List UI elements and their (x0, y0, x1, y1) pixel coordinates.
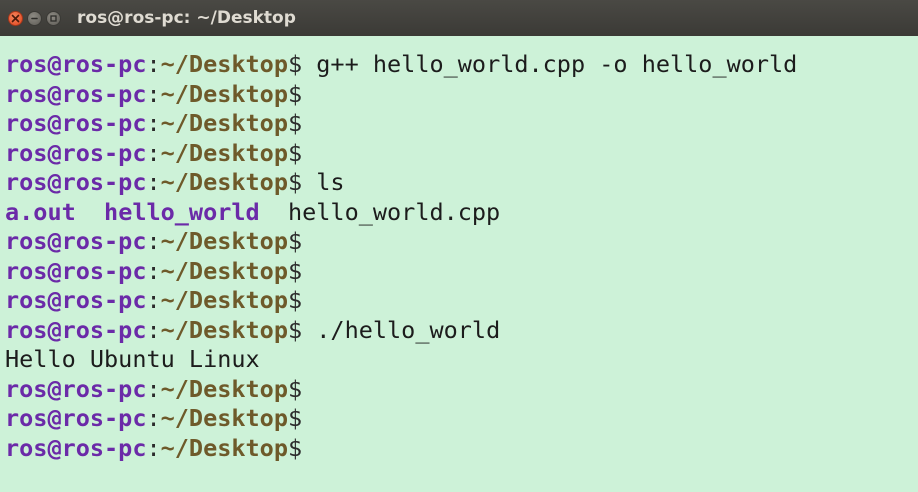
file-entry: hello_world (104, 197, 260, 226)
separator (76, 198, 104, 226)
prompt-user-host: ros@ros-pc (5, 168, 147, 196)
prompt-colon: : (146, 286, 161, 314)
prompt-dollar: $ (287, 138, 303, 167)
terminal-output[interactable]: ros@ros-pc:~/Desktop$ g++ hello_world.cp… (0, 36, 918, 463)
prompt-path: ~/Desktop (160, 168, 288, 196)
prompt-colon: : (146, 227, 161, 255)
prompt-user-host: ros@ros-pc (5, 286, 147, 314)
prompt-line: ros@ros-pc:~/Desktop$ ls (5, 168, 918, 198)
title-bar[interactable]: ros@ros-pc: ~/Desktop (0, 0, 918, 36)
prompt-path: ~/Desktop (160, 433, 288, 462)
prompt-colon: : (146, 109, 161, 137)
prompt-line: ros@ros-pc:~/Desktop$ (5, 139, 918, 169)
prompt-dollar: $ (287, 433, 303, 462)
maximize-icon[interactable] (46, 10, 61, 26)
prompt-colon: : (146, 79, 161, 108)
prompt-user-host: ros@ros-pc (5, 50, 147, 78)
prompt-user-host: ros@ros-pc (5, 79, 147, 108)
prompt-line: ros@ros-pc:~/Desktop$ (5, 434, 918, 464)
prompt-user-host: ros@ros-pc (5, 433, 147, 462)
prompt-path: ~/Desktop (160, 50, 288, 78)
prompt-path: ~/Desktop (160, 256, 288, 285)
prompt-user-host: ros@ros-pc (5, 138, 147, 167)
minimize-icon[interactable] (27, 10, 42, 26)
window-controls (8, 10, 65, 26)
prompt-line: ros@ros-pc:~/Desktop$ (5, 80, 918, 110)
prompt-colon: : (146, 138, 161, 167)
prompt-dollar: $ (287, 256, 303, 285)
prompt-dollar: $ (287, 109, 303, 137)
prompt-path: ~/Desktop (160, 374, 288, 403)
prompt-dollar: $ (287, 50, 303, 78)
prompt-path: ~/Desktop (160, 109, 288, 137)
prompt-path: ~/Desktop (160, 79, 288, 108)
prompt-user-host: ros@ros-pc (5, 315, 147, 344)
prompt-dollar: $ (287, 286, 303, 314)
prompt-colon: : (146, 256, 161, 285)
prompt-line: ros@ros-pc:~/Desktop$ g++ hello_world.cp… (5, 50, 918, 80)
prompt-line: ros@ros-pc:~/Desktop$ (5, 109, 918, 139)
close-icon[interactable] (8, 10, 23, 26)
prompt-path: ~/Desktop (160, 404, 288, 432)
separator (260, 198, 288, 226)
command-text: ./hello_world (302, 315, 501, 344)
prompt-dollar: $ (287, 79, 303, 108)
prompt-colon: : (146, 168, 161, 196)
file-entry: a.out (5, 197, 76, 226)
prompt-path: ~/Desktop (160, 286, 288, 314)
prompt-user-host: ros@ros-pc (5, 227, 147, 255)
prompt-user-host: ros@ros-pc (5, 404, 147, 432)
command-text: g++ hello_world.cpp -o hello_world (302, 50, 798, 78)
prompt-user-host: ros@ros-pc (5, 256, 147, 285)
prompt-dollar: $ (287, 374, 303, 403)
ls-output-line: a.out hello_world hello_world.cpp (5, 198, 918, 228)
terminal-window: ros@ros-pc: ~/Desktop ros@ros-pc:~/Deskt… (0, 0, 918, 492)
prompt-path: ~/Desktop (160, 227, 288, 255)
prompt-colon: : (146, 50, 161, 78)
prompt-line: ros@ros-pc:~/Desktop$ ./hello_world (5, 316, 918, 346)
output-text: Hello Ubuntu Linux (5, 345, 260, 373)
prompt-line: ros@ros-pc:~/Desktop$ (5, 375, 918, 405)
prompt-user-host: ros@ros-pc (5, 374, 147, 403)
prompt-line: ros@ros-pc:~/Desktop$ (5, 227, 918, 257)
prompt-path: ~/Desktop (160, 138, 288, 167)
prompt-colon: : (146, 315, 161, 344)
window-title: ros@ros-pc: ~/Desktop (77, 8, 296, 28)
prompt-colon: : (146, 404, 161, 432)
prompt-dollar: $ (287, 404, 303, 432)
prompt-line: ros@ros-pc:~/Desktop$ (5, 404, 918, 434)
prompt-path: ~/Desktop (160, 315, 288, 344)
prompt-dollar: $ (287, 315, 303, 344)
prompt-dollar: $ (287, 168, 303, 196)
prompt-line: ros@ros-pc:~/Desktop$ (5, 286, 918, 316)
prompt-line: ros@ros-pc:~/Desktop$ (5, 257, 918, 287)
prompt-colon: : (146, 374, 161, 403)
prompt-colon: : (146, 433, 161, 462)
file-entry: hello_world.cpp (287, 197, 501, 226)
prompt-dollar: $ (287, 227, 303, 255)
program-output-line: Hello Ubuntu Linux (5, 345, 918, 375)
prompt-user-host: ros@ros-pc (5, 109, 147, 137)
command-text: ls (302, 168, 345, 196)
